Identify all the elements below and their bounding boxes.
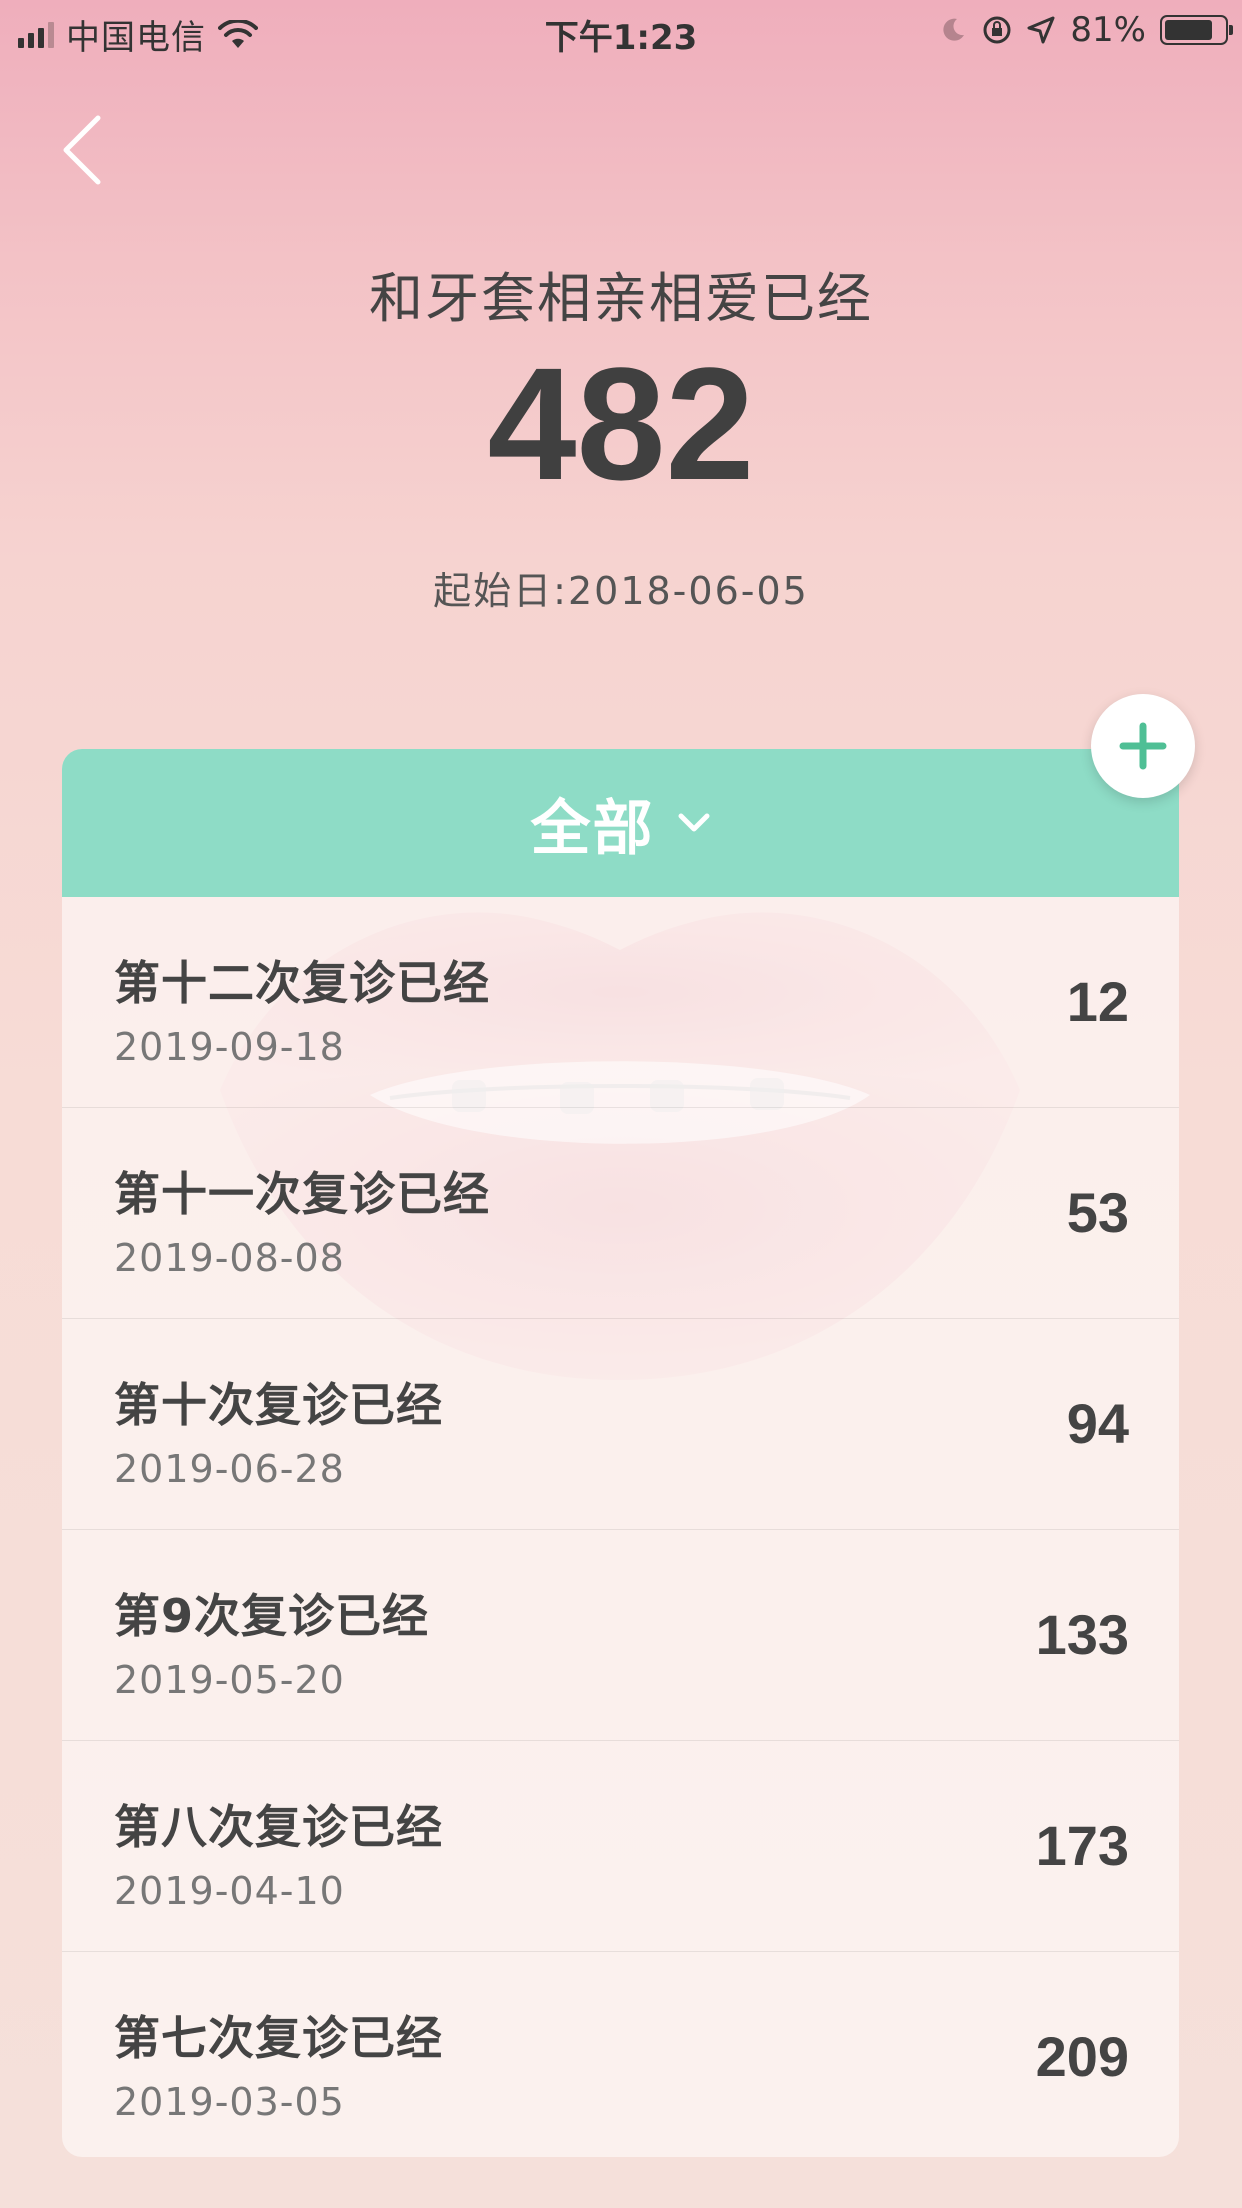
list-item[interactable]: 第十二次复诊已经 2019-09-18 12: [62, 897, 1179, 1108]
records-list: 第十二次复诊已经 2019-09-18 12 第十一次复诊已经 2019-08-…: [62, 897, 1179, 2157]
back-button[interactable]: [56, 112, 106, 188]
record-days: 12: [1066, 970, 1129, 1033]
list-item[interactable]: 第十次复诊已经 2019-06-28 94: [62, 1319, 1179, 1530]
record-title: 第八次复诊已经: [114, 1800, 443, 1854]
rotation-lock-icon: [983, 16, 1011, 44]
moon-icon: [943, 18, 965, 41]
record-date: 2019-09-18: [114, 1025, 345, 1069]
record-days: 53: [1066, 1181, 1129, 1244]
list-item[interactable]: 第9次复诊已经 2019-05-20 133: [62, 1530, 1179, 1741]
record-title: 第9次复诊已经: [114, 1589, 430, 1643]
start-date: 起始日:2018-06-05: [433, 569, 809, 613]
record-date: 2019-03-05: [114, 2080, 345, 2124]
battery-percentage: 81%: [1070, 10, 1146, 50]
plus-icon: [1119, 722, 1167, 770]
record-title: 第十次复诊已经: [114, 1378, 443, 1432]
add-record-button[interactable]: [1091, 694, 1195, 798]
status-right: 81%: [938, 10, 1233, 50]
record-title: 第七次复诊已经: [114, 2011, 443, 2065]
day-count: 482: [487, 334, 755, 513]
list-item[interactable]: 第八次复诊已经 2019-04-10 173: [62, 1741, 1179, 1952]
filter-label: 全部: [530, 793, 655, 864]
chevron-down-icon: [678, 813, 709, 832]
record-days: 94: [1066, 1392, 1129, 1455]
record-date: 2019-05-20: [114, 1658, 345, 1702]
record-date: 2019-06-28: [114, 1447, 345, 1491]
record-title: 第十一次复诊已经: [114, 1167, 490, 1221]
record-days: 173: [1035, 1814, 1129, 1877]
record-date: 2019-04-10: [114, 1869, 345, 1913]
record-days: 209: [1035, 2025, 1129, 2088]
list-item[interactable]: 第十一次复诊已经 2019-08-08 53: [62, 1108, 1179, 1319]
records-card: 全部 第十二次复诊已经 2019-09-18 12 第十一次复诊已经 2019-…: [62, 749, 1179, 2157]
record-days: 133: [1035, 1603, 1129, 1666]
page-subtitle: 和牙套相亲相爱已经: [369, 267, 873, 330]
chevron-left-icon: [63, 115, 101, 185]
filter-dropdown[interactable]: 全部: [62, 749, 1179, 897]
status-bar: 中国电信 下午1:23 81%: [0, 0, 1242, 62]
location-icon: [1027, 16, 1055, 44]
list-item[interactable]: 第七次复诊已经 2019-03-05 209: [62, 1952, 1179, 2157]
record-title: 第十二次复诊已经: [114, 956, 490, 1010]
record-date: 2019-08-08: [114, 1236, 345, 1280]
battery-icon: [1160, 15, 1233, 45]
battery-fill: [1165, 20, 1212, 40]
